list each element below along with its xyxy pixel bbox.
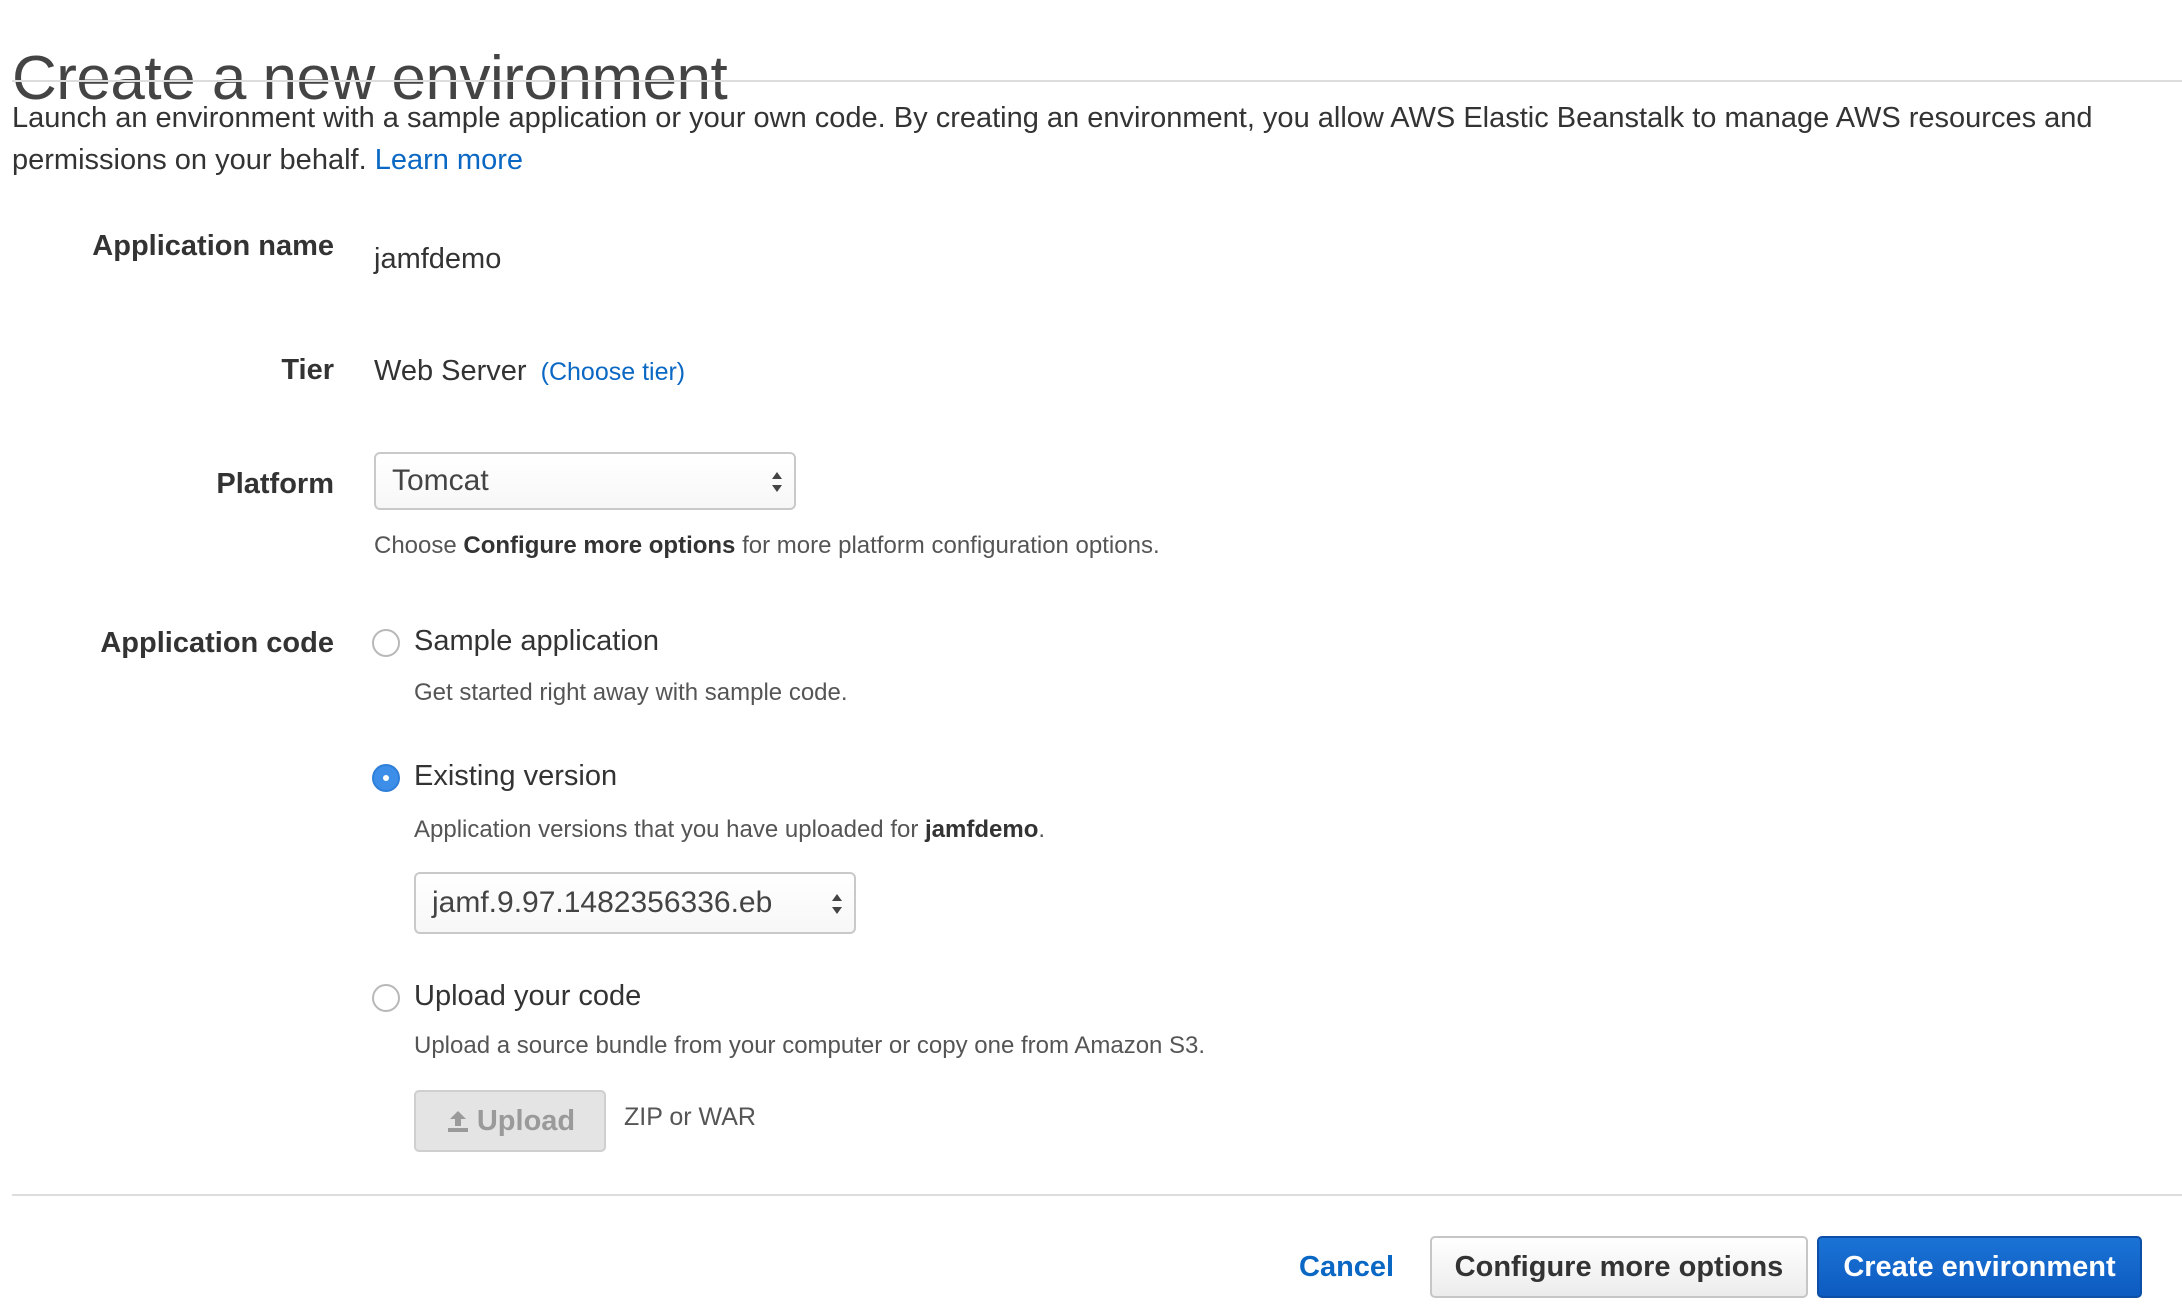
platform-selected-value: Tomcat	[392, 464, 489, 497]
existing-version-help-bold: jamfdemo	[925, 816, 1039, 843]
choose-tier-link[interactable]: (Choose tier)	[541, 358, 686, 386]
platform-help-suffix: for more platform configuration options.	[742, 532, 1160, 559]
platform-help: Choose Configure more options for more p…	[374, 530, 1160, 562]
application-code-label: Application code	[100, 627, 334, 659]
intro-text: Launch an environment with a sample appl…	[12, 102, 2093, 176]
upload-button[interactable]: Upload	[414, 1090, 606, 1152]
existing-version-help-prefix: Application versions that you have uploa…	[414, 816, 919, 843]
sample-application-help: Get started right away with sample code.	[414, 679, 848, 706]
existing-version-radio[interactable]	[372, 764, 400, 792]
version-selected-value: jamf.9.97.1482356336.eb	[432, 886, 773, 919]
file-types-note: ZIP or WAR	[624, 1103, 756, 1131]
application-name-value: jamfdemo	[374, 243, 502, 275]
upload-icon	[447, 1111, 468, 1132]
select-arrows-icon	[832, 894, 842, 914]
platform-help-bold: Configure more options	[463, 532, 736, 559]
sample-application-label[interactable]: Sample application	[414, 623, 659, 659]
application-name-label: Application name	[92, 230, 334, 262]
upload-code-label[interactable]: Upload your code	[414, 978, 641, 1014]
existing-version-help: Application versions that you have uploa…	[414, 814, 1045, 846]
tier-value-row: Web Server (Choose tier)	[374, 353, 685, 390]
title-divider	[12, 80, 2182, 82]
intro-paragraph: Launch an environment with a sample appl…	[12, 97, 2162, 181]
version-select[interactable]: jamf.9.97.1482356336.eb	[414, 872, 856, 934]
existing-version-label[interactable]: Existing version	[414, 758, 617, 794]
platform-help-prefix: Choose	[374, 532, 457, 559]
upload-code-radio[interactable]	[372, 984, 400, 1012]
platform-label: Platform	[216, 468, 334, 500]
upload-code-help: Upload a source bundle from your compute…	[414, 1032, 1206, 1059]
learn-more-link[interactable]: Learn more	[375, 144, 523, 176]
existing-version-help-suffix: .	[1038, 816, 1046, 843]
sample-application-radio[interactable]	[372, 629, 400, 657]
platform-select[interactable]: Tomcat	[374, 452, 796, 510]
tier-value: Web Server	[374, 355, 527, 387]
select-arrows-icon	[772, 472, 782, 492]
upload-button-label: Upload	[476, 1105, 576, 1137]
footer-divider	[12, 1194, 2182, 1196]
configure-more-options-button[interactable]: Configure more options	[1430, 1236, 1808, 1298]
tier-label: Tier	[281, 354, 334, 386]
cancel-button[interactable]: Cancel	[1299, 1251, 1394, 1284]
create-environment-button[interactable]: Create environment	[1817, 1236, 2142, 1298]
